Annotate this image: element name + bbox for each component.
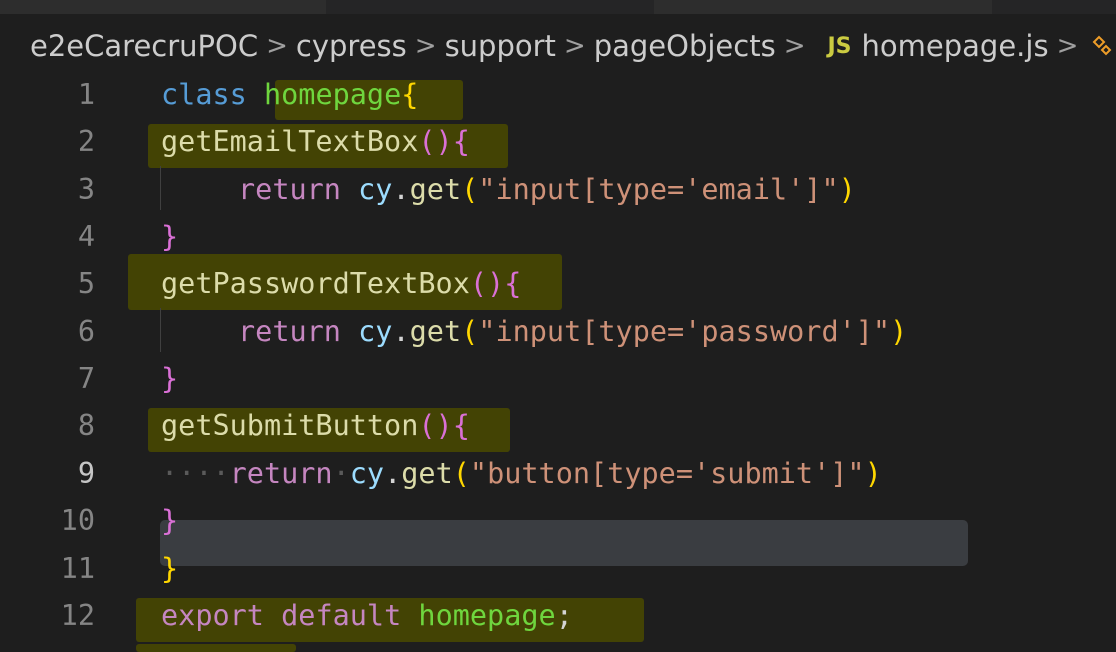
chevron-right-icon: > — [1056, 31, 1079, 61]
chevron-right-icon: > — [563, 31, 586, 61]
code-line[interactable]: 12 export default homepage; — [0, 592, 1116, 639]
line-number: 1 — [77, 78, 95, 112]
code-text[interactable]: } — [161, 552, 178, 585]
chevron-right-icon: > — [266, 31, 288, 61]
tab-background[interactable] — [654, 0, 992, 14]
code-line[interactable]: 7 } — [0, 355, 1116, 402]
code-text[interactable]: return cy.get("input[type='email']") — [238, 173, 856, 206]
code-line[interactable]: 1 class homepage{ — [0, 71, 1116, 118]
line-number: 8 — [77, 409, 95, 443]
code-line[interactable]: 11 } — [0, 545, 1116, 592]
line-number: 6 — [77, 315, 95, 349]
code-text[interactable]: getPasswordTextBox(){ — [161, 267, 521, 300]
line-number: 4 — [77, 220, 95, 254]
code-line[interactable]: 10 } — [0, 497, 1116, 544]
line-number: 9 — [77, 457, 95, 491]
line-number: 10 — [60, 504, 95, 538]
chevron-right-icon: > — [414, 31, 437, 61]
tab-background[interactable] — [0, 0, 326, 14]
code-line[interactable]: 2 getEmailTextBox(){ — [0, 118, 1116, 165]
code-editor[interactable]: 1 class homepage{ 2 getEmailTextBox(){ 3… — [0, 70, 1116, 652]
line-number: 12 — [60, 599, 95, 633]
line-number: 5 — [77, 267, 95, 301]
code-line[interactable]: 8 getSubmitButton(){ — [0, 402, 1116, 449]
code-text[interactable]: return cy.get("input[type='password']") — [238, 315, 907, 348]
code-text[interactable]: export default homepage; — [161, 599, 573, 632]
code-line[interactable]: 6 return cy.get("input[type='password']"… — [0, 308, 1116, 355]
code-text[interactable]: ····return·cy.get("button[type='submit']… — [161, 457, 882, 490]
line-number: 3 — [77, 173, 95, 207]
code-text[interactable]: getEmailTextBox(){ — [161, 125, 470, 158]
line-number: 2 — [77, 125, 95, 159]
code-text[interactable]: } — [161, 504, 178, 537]
code-line[interactable]: 4 } — [0, 213, 1116, 260]
code-line[interactable]: 3 return cy.get("input[type='email']") — [0, 166, 1116, 213]
code-text[interactable]: } — [161, 220, 178, 253]
code-text[interactable]: getSubmitButton(){ — [161, 409, 470, 442]
code-text[interactable]: } — [161, 362, 178, 395]
tab-strip — [0, 0, 1116, 14]
symbol-class-icon[interactable] — [1090, 33, 1116, 59]
code-text[interactable]: class homepage{ — [161, 78, 418, 111]
breadcrumb-item-file[interactable]: homepage.js — [862, 29, 1049, 63]
whitespace-marker: ···· — [161, 457, 230, 491]
chevron-right-icon: > — [783, 31, 806, 61]
javascript-file-icon: JS — [827, 33, 852, 59]
code-line-active[interactable]: 9 ····return·cy.get("button[type='submit… — [0, 450, 1116, 497]
code-line[interactable]: 5 getPasswordTextBox(){ — [0, 260, 1116, 307]
breadcrumb-item-project[interactable]: e2eCarecruPOC — [30, 29, 258, 63]
breadcrumb-item-cypress[interactable]: cypress — [296, 29, 407, 63]
breadcrumb: e2eCarecruPOC > cypress > support > page… — [0, 20, 1116, 72]
breadcrumb-item-support[interactable]: support — [445, 29, 556, 63]
breadcrumb-item-pageobjects[interactable]: pageObjects — [594, 29, 776, 63]
line-number: 11 — [60, 552, 95, 586]
line-number: 7 — [77, 362, 95, 396]
